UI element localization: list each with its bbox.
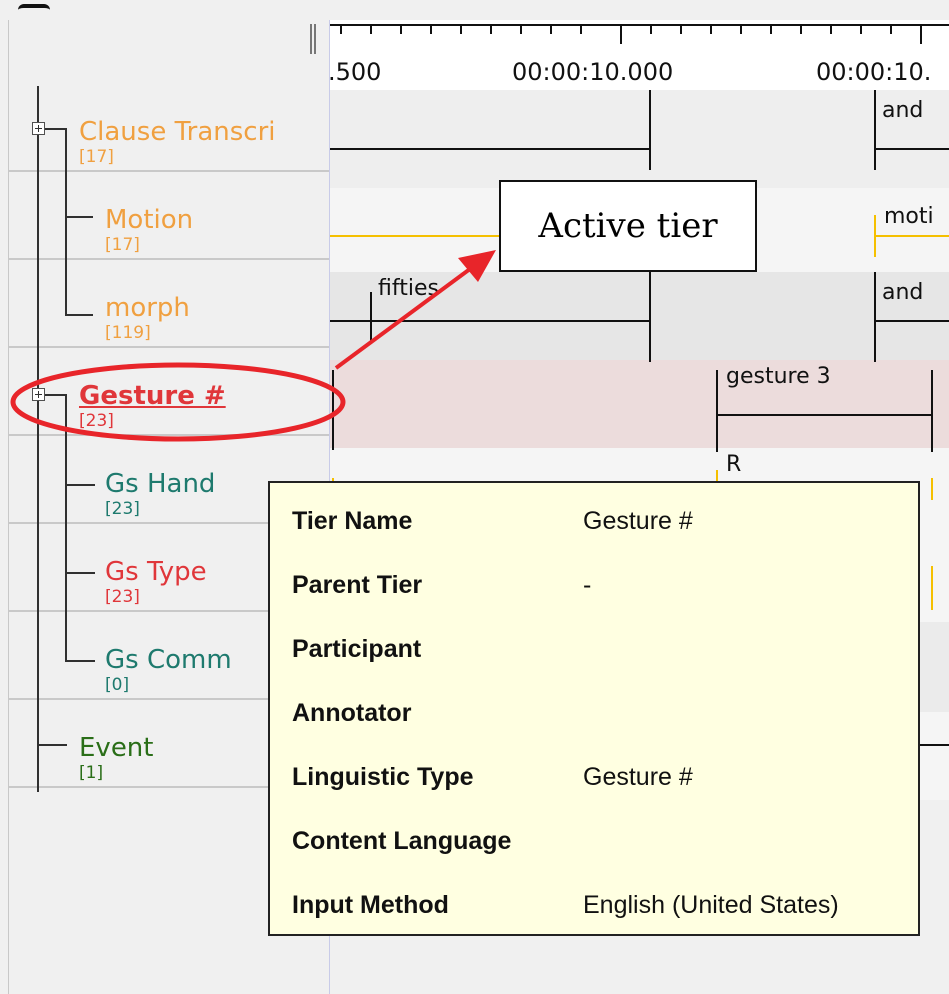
tooltip-key-linguistic-type: Linguistic Type	[292, 763, 474, 791]
arrow-head-icon	[458, 250, 496, 282]
active-tier-highlight-ellipse	[10, 362, 346, 442]
tooltip-key-participant: Participant	[292, 635, 422, 663]
tooltip-value-linguistic-type: Gesture #	[583, 763, 693, 791]
tier-info-tooltip: Tier Name Gesture # Parent Tier - Partic…	[268, 481, 920, 936]
tooltip-key-content-language: Content Language	[292, 827, 512, 855]
tooltip-value-tier-name: Gesture #	[583, 507, 693, 535]
tooltip-key-parent-tier: Parent Tier	[292, 571, 423, 599]
tooltip-key-tier-name: Tier Name	[292, 507, 413, 535]
arrow-shaft	[334, 264, 476, 370]
callout-text: Active tier	[538, 206, 718, 246]
tooltip-value-parent-tier: -	[583, 571, 592, 599]
tooltip-key-input-method: Input Method	[292, 891, 449, 919]
tooltip-value-input-method: English (United States)	[583, 891, 839, 919]
elan-timeline-viewer: .500 00:00:10.000 00:00:10. and moti fif…	[0, 0, 949, 994]
tooltip-key-annotator: Annotator	[292, 699, 412, 727]
active-tier-callout: Active tier	[499, 180, 757, 272]
